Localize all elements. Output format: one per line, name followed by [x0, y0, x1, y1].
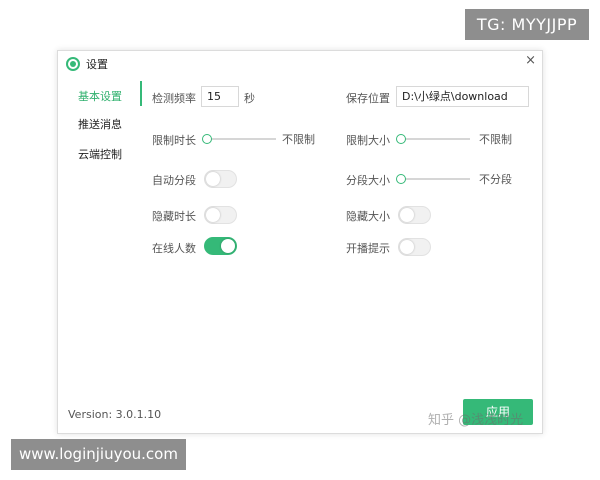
watermark-zhihu: 知乎 @浅浅时光: [428, 413, 524, 428]
watermark-bottom-left: www.loginjiuyou.com: [11, 439, 186, 470]
slider-knob[interactable]: [396, 134, 406, 144]
online-count-label: 在线人数: [152, 242, 196, 255]
auto-segment-toggle[interactable]: [204, 170, 237, 188]
nav-item-basic-settings[interactable]: 基本设置: [78, 88, 122, 104]
watermark-top-right: TG: MYYJJPP: [465, 9, 589, 40]
toggle-thumb: [206, 172, 220, 186]
detect-freq-input[interactable]: 15: [201, 86, 239, 107]
limit-size-value: 不限制: [479, 133, 512, 146]
slider-track: [398, 138, 470, 140]
settings-dialog: 设置 × 基本设置 推送消息 云端控制 检测频率 15 秒 保存位置 D:\小绿…: [57, 50, 543, 434]
limit-duration-slider[interactable]: [202, 134, 276, 144]
limit-duration-value: 不限制: [282, 133, 315, 146]
save-location-label: 保存位置: [346, 92, 390, 105]
start-prompt-toggle[interactable]: [398, 238, 431, 256]
hide-duration-toggle[interactable]: [204, 206, 237, 224]
app-logo-icon: [66, 57, 80, 71]
nav-item-cloud-control[interactable]: 云端控制: [78, 146, 122, 162]
slider-knob[interactable]: [396, 174, 406, 184]
slider-track: [204, 138, 276, 140]
title-bar: 设置 ×: [58, 51, 542, 81]
toggle-thumb: [400, 208, 414, 222]
close-icon[interactable]: ×: [525, 53, 536, 69]
slider-knob[interactable]: [202, 134, 212, 144]
online-count-toggle[interactable]: [204, 237, 237, 255]
save-location-input[interactable]: D:\小绿点\download: [396, 86, 529, 107]
nav-active-indicator: [140, 81, 142, 106]
version-label: Version: 3.0.1.10: [68, 408, 162, 421]
limit-size-label: 限制大小: [346, 134, 390, 147]
segment-size-slider[interactable]: [396, 174, 470, 184]
segment-size-label: 分段大小: [346, 174, 390, 187]
toggle-thumb: [206, 208, 220, 222]
limit-size-slider[interactable]: [396, 134, 470, 144]
hide-duration-label: 隐藏时长: [152, 210, 196, 223]
toggle-thumb: [400, 240, 414, 254]
segment-size-value: 不分段: [479, 173, 512, 186]
auto-segment-label: 自动分段: [152, 174, 196, 187]
detect-freq-unit: 秒: [244, 92, 255, 105]
start-prompt-label: 开播提示: [346, 242, 390, 255]
hide-size-label: 隐藏大小: [346, 210, 390, 223]
limit-duration-label: 限制时长: [152, 134, 196, 147]
slider-track: [398, 178, 470, 180]
detect-freq-label: 检测频率: [152, 92, 196, 105]
hide-size-toggle[interactable]: [398, 206, 431, 224]
dialog-title: 设置: [86, 58, 108, 71]
toggle-thumb: [221, 239, 235, 253]
nav-item-push-messages[interactable]: 推送消息: [78, 116, 122, 132]
